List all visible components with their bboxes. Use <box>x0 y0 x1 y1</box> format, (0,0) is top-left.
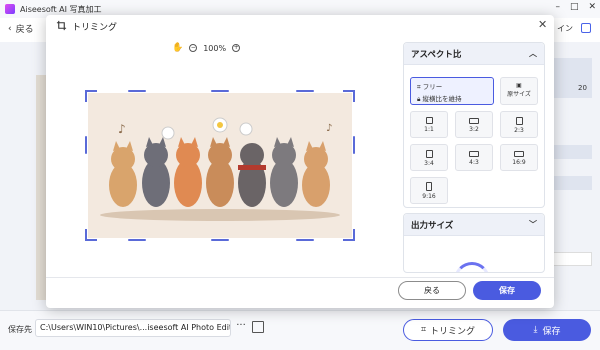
window-controls: – □ ✕ <box>555 2 596 12</box>
output-size-header[interactable]: 出力サイズ ﹀ <box>404 214 544 236</box>
preview-image: ♪ ♪ <box>88 93 352 238</box>
portrait-icon <box>425 150 433 158</box>
zoom-level: 100% <box>203 43 227 53</box>
background-row <box>548 176 592 190</box>
crop-corner-handle-top-left[interactable] <box>85 90 97 102</box>
aspect-ratio-header[interactable]: アスペクト比 ︿ <box>404 43 544 65</box>
crop-edge-handle-bottom-left[interactable] <box>128 239 146 241</box>
background-card <box>548 58 592 98</box>
ratio-option-1-1[interactable]: 1:1 <box>410 111 448 138</box>
ratio-label: 3:4 <box>424 160 434 167</box>
loading-spinner <box>454 262 490 272</box>
portrait-icon <box>515 117 523 125</box>
ratio-label: 9:16 <box>422 193 436 200</box>
dialog-back-button[interactable]: 戻る <box>398 281 466 300</box>
zoom-in-button[interactable]: + <box>232 44 241 52</box>
crop-edge-handle-left[interactable] <box>85 136 87 154</box>
crop-icon <box>56 20 67 31</box>
free-option-row: ⌗ フリー <box>417 81 442 92</box>
app-window: Aiseesoft AI 写真加工 – □ ✕ ‹ 戻る イン 20 保存先 C… <box>0 0 600 350</box>
background-row <box>548 145 592 159</box>
landscape-icon <box>469 151 479 157</box>
portrait-icon <box>426 182 432 191</box>
crop-edge-handle-right[interactable] <box>353 136 355 154</box>
crop-corner-handle-bottom-right[interactable] <box>343 229 355 241</box>
landscape-icon <box>469 118 479 124</box>
ratio-label: 2:3 <box>514 127 524 134</box>
dialog-save-button[interactable]: 保存 <box>473 281 541 300</box>
save-to-label: 保存先 <box>8 325 32 334</box>
ratio-option-4-3[interactable]: 4:3 <box>455 144 493 171</box>
ratio-option-9-16[interactable]: 9:16 <box>410 177 448 204</box>
output-size-heading: 出力サイズ <box>411 220 454 231</box>
ratio-option-3-2[interactable]: 3:2 <box>455 111 493 138</box>
zoom-out-button[interactable]: − <box>189 44 198 52</box>
trim-button[interactable]: ⌗ トリミング <box>403 319 493 341</box>
close-dialog-button[interactable]: ✕ <box>538 18 547 31</box>
back-nav[interactable]: ‹ 戻る <box>8 22 34 36</box>
trim-dialog: トリミング ✕ ✋ − 100% + ♪ ♪ アスペクト比 ︿ ⌗ フリー 🔒︎… <box>46 15 554 308</box>
crop-corner-handle-top-right[interactable] <box>343 90 355 102</box>
dialog-footer-divider <box>46 277 554 278</box>
free-option-label: フリー <box>422 83 443 91</box>
crop-edge-handle-top-right[interactable] <box>296 90 314 92</box>
app-logo-icon <box>5 4 15 14</box>
close-window-button[interactable]: ✕ <box>588 2 596 12</box>
lock-ratio-row[interactable]: 🔒︎ 縦横比を維持 <box>417 93 462 104</box>
chevron-down-icon: ﹀ <box>529 220 537 229</box>
ratio-option-2-3[interactable]: 2:3 <box>500 111 538 138</box>
more-options-button[interactable]: ··· <box>233 319 249 337</box>
dialog-title: トリミング <box>72 23 118 33</box>
back-nav-label: 戻る <box>15 25 34 35</box>
ratio-label: 16:9 <box>512 159 526 166</box>
header-right-text: イン <box>557 24 573 33</box>
hand-tool-icon[interactable]: ✋ <box>172 43 183 53</box>
download-icon: ⤓ <box>533 325 538 335</box>
aspect-ratio-card: アスペクト比 ︿ ⌗ フリー 🔒︎ 縦横比を維持 ▣ 原サイズ 1:1 3:2 … <box>403 42 545 208</box>
crop-icon: ⌗ <box>420 325 427 335</box>
image-icon: ▣ <box>516 82 522 89</box>
crop-corner-handle-bottom-left[interactable] <box>85 229 97 241</box>
settings-panel: アスペクト比 ︿ ⌗ フリー 🔒︎ 縦横比を維持 ▣ 原サイズ 1:1 3:2 … <box>403 42 545 275</box>
crop-edge-handle-top-left[interactable] <box>128 90 146 92</box>
background-image-edge <box>36 75 46 300</box>
ratio-label: 4:3 <box>469 159 479 166</box>
aspect-ratio-heading: アスペクト比 <box>411 49 462 60</box>
ratio-label: 3:2 <box>469 126 479 133</box>
trim-button-label: トリミング <box>430 326 476 337</box>
background-field <box>548 252 592 266</box>
dialog-title-bar: トリミング ✕ <box>46 15 554 37</box>
square-icon <box>425 117 433 124</box>
zoom-controls: ✋ − 100% + <box>172 43 241 53</box>
maximize-button[interactable]: □ <box>570 2 579 12</box>
crop-edge-handle-top-center[interactable] <box>211 90 229 92</box>
chevron-up-icon: ︿ <box>529 49 537 58</box>
svg-text:♪: ♪ <box>326 123 332 134</box>
save-path-field[interactable]: C:\Users\WIN10\Pictures\...iseesoft AI P… <box>35 319 231 337</box>
background-value: 20 <box>578 84 587 92</box>
original-size-label: 原サイズ <box>507 91 531 98</box>
app-title: Aiseesoft AI 写真加工 <box>20 4 102 14</box>
cats-illustration: ♪ ♪ <box>88 93 352 238</box>
folder-icon[interactable] <box>252 321 264 333</box>
lock-ratio-label: 縦横比を維持 <box>422 95 462 103</box>
save-button[interactable]: ⤓ 保存 <box>503 319 591 341</box>
crop-edge-handle-bottom-right[interactable] <box>296 239 314 241</box>
chevron-left-icon: ‹ <box>8 23 12 34</box>
landscape-icon <box>514 151 524 157</box>
free-ratio-option[interactable]: ⌗ フリー 🔒︎ 縦横比を維持 <box>410 77 494 105</box>
original-size-option[interactable]: ▣ 原サイズ <box>500 77 538 105</box>
save-button-label: 保存 <box>542 326 561 337</box>
svg-text:♪: ♪ <box>118 122 126 136</box>
ratio-option-16-9[interactable]: 16:9 <box>500 144 538 171</box>
output-size-card: 出力サイズ ﹀ <box>403 213 545 273</box>
ratio-label: 1:1 <box>424 126 434 133</box>
ratio-option-3-4[interactable]: 3:4 <box>410 144 448 171</box>
document-icon[interactable] <box>581 23 591 33</box>
crop-edge-handle-bottom-center[interactable] <box>211 239 229 241</box>
crop-canvas[interactable]: ♪ ♪ <box>46 57 401 277</box>
minimize-button[interactable]: – <box>555 2 560 12</box>
